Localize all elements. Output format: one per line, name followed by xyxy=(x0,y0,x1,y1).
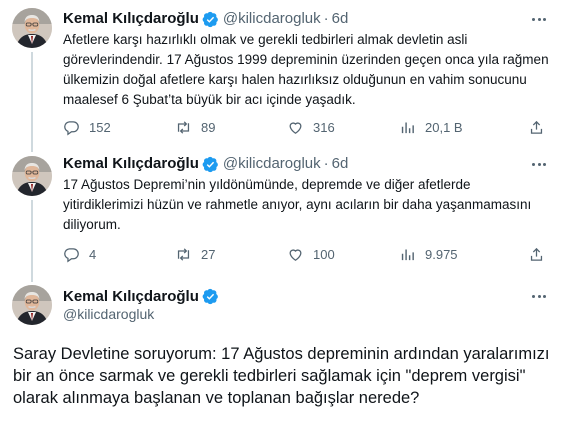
retweet-icon xyxy=(177,120,190,134)
share-icon xyxy=(530,120,543,134)
reply-icon xyxy=(64,120,79,135)
thread-connector xyxy=(31,52,33,152)
reply-icon xyxy=(64,247,79,262)
tweet-timestamp[interactable]: 6d xyxy=(332,154,349,174)
reply-count: 152 xyxy=(89,119,111,135)
views-chart-icon xyxy=(401,122,414,133)
reply-button[interactable]: 152 xyxy=(63,117,111,137)
more-options-icon[interactable] xyxy=(530,10,548,28)
retweet-count: 89 xyxy=(201,119,216,135)
separator-dot: · xyxy=(323,10,329,27)
tweet-actions: 4 27 100 9.975 xyxy=(63,244,550,264)
more-options-icon[interactable] xyxy=(530,155,548,173)
reply-button[interactable]: 4 xyxy=(63,244,96,264)
views-count: 20,1 B xyxy=(425,119,463,135)
main-author-name-row: Kemal Kılıçdaroğlu xyxy=(63,288,223,305)
main-tweet-text: Saray Devletine soruyorum: 17 Ağustos de… xyxy=(13,345,550,407)
verified-badge-icon xyxy=(202,156,219,173)
avatar[interactable] xyxy=(12,8,52,48)
share-button[interactable] xyxy=(528,117,545,137)
share-icon xyxy=(530,247,543,261)
reply-count: 4 xyxy=(89,246,97,262)
like-count: 100 xyxy=(313,246,335,262)
retweet-icon xyxy=(177,247,190,261)
tweet-actions: 152 89 316 20,1 B xyxy=(63,117,550,137)
retweet-count: 27 xyxy=(201,246,216,262)
share-button[interactable] xyxy=(528,244,545,264)
more-options-icon[interactable] xyxy=(530,287,548,305)
author-name[interactable]: Kemal Kılıçdaroğlu xyxy=(63,154,199,174)
views-chart-icon xyxy=(401,249,414,260)
retweet-button[interactable]: 27 xyxy=(175,244,215,264)
tweet-timestamp[interactable]: 6d xyxy=(332,9,349,29)
tweet-2[interactable]: Kemal Kılıçdaroğlu @kilicdarogluk · 6d 1… xyxy=(0,148,570,282)
author-handle[interactable]: @kilicdarogluk xyxy=(223,9,321,29)
author-handle[interactable]: @kilicdarogluk xyxy=(63,306,154,322)
tweet-header: Kemal Kılıçdaroğlu @kilicdarogluk · 6d xyxy=(63,9,348,29)
author-name[interactable]: Kemal Kılıçdaroğlu xyxy=(63,9,199,29)
verified-badge-icon xyxy=(202,11,219,28)
like-count: 316 xyxy=(313,119,335,135)
author-name[interactable]: Kemal Kılıçdaroğlu xyxy=(63,288,199,305)
tweet-text: 17 Ağustos Depremi’nin yıldönümünde, dep… xyxy=(63,177,532,232)
avatar[interactable] xyxy=(12,156,52,196)
views-count: 9.975 xyxy=(425,246,458,262)
retweet-button[interactable]: 89 xyxy=(175,117,215,137)
like-button[interactable]: 100 xyxy=(287,244,335,264)
like-button[interactable]: 316 xyxy=(287,117,335,137)
tweet-text: Afetlere karşı hazırlıklı olmak ve gerek… xyxy=(63,32,549,107)
views-button[interactable]: 20,1 B xyxy=(399,117,463,137)
tweet-1[interactable]: Kemal Kılıçdaroğlu @kilicdarogluk · 6d A… xyxy=(0,0,570,152)
heart-icon xyxy=(289,248,302,261)
tweet-header: Kemal Kılıçdaroğlu @kilicdarogluk · 6d xyxy=(63,154,348,174)
separator-dot: · xyxy=(323,155,329,172)
heart-icon xyxy=(289,121,302,134)
verified-badge-icon xyxy=(202,288,219,305)
author-handle[interactable]: @kilicdarogluk xyxy=(223,154,321,174)
avatar[interactable] xyxy=(12,285,52,325)
thread-connector xyxy=(31,200,33,282)
views-button[interactable]: 9.975 xyxy=(399,244,458,264)
